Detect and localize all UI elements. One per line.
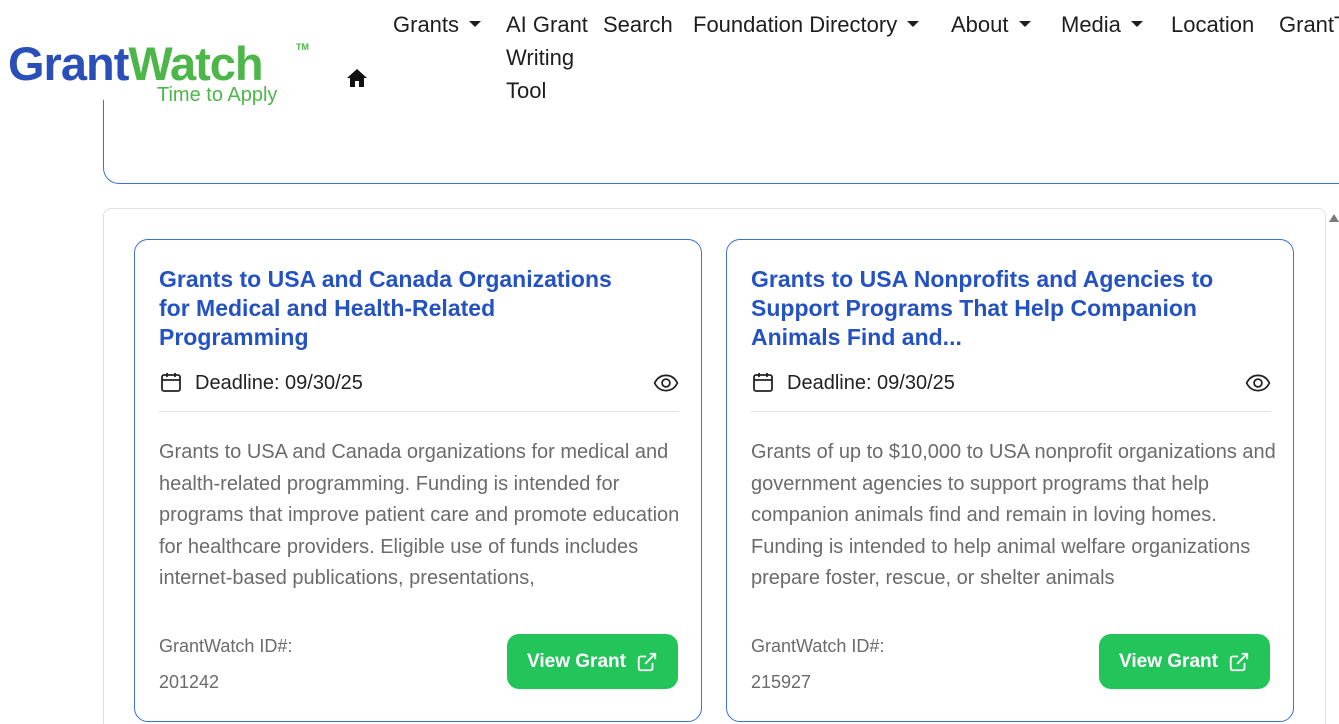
nav-foundation-directory[interactable]: Foundation Directory [693,8,920,41]
nav-grantt[interactable]: GrantT [1279,8,1339,41]
chevron-down-icon [1130,21,1143,28]
nav-about[interactable]: About [951,8,1031,41]
nav-location[interactable]: Location [1171,8,1254,41]
logo-trademark: TM [296,42,309,52]
home-icon[interactable] [345,66,369,90]
logo-wordmark: GrantWatch [8,37,264,90]
nav-media[interactable]: Media [1061,8,1143,41]
grant-id-label: GrantWatch ID#: [751,636,885,656]
eye-icon[interactable] [653,370,679,396]
deadline-text: Deadline: 09/30/25 [787,372,955,394]
external-link-icon [637,652,657,671]
view-grant-label: View Grant [527,650,626,672]
eye-icon[interactable] [1245,370,1271,396]
view-grant-button[interactable]: View Grant [1099,634,1270,689]
grant-title-link[interactable]: Grants to USA Nonprofits and Agencies to… [751,265,1221,352]
scroll-up-icon[interactable] [1329,214,1339,222]
chevron-down-icon [1018,21,1031,28]
nav-search[interactable]: Search [603,8,673,41]
divider [159,411,679,412]
nav-ai-grant-writing-tool[interactable]: AI Grant Writing Tool [506,8,596,107]
divider [751,411,1271,412]
deadline-text: Deadline: 09/30/25 [195,372,363,394]
calendar-icon [161,373,181,392]
grant-card: Grants to USA Nonprofits and Agencies to… [726,239,1294,722]
grant-id-label: GrantWatch ID#: [159,636,293,656]
grant-description: Grants to USA and Canada organizations f… [159,441,680,589]
deadline-row: Deadline: 09/30/25 [751,368,1271,400]
external-link-icon [1229,652,1249,671]
grant-id-value: 215927 [751,672,812,692]
view-grant-label: View Grant [1119,650,1218,672]
chevron-down-icon [469,21,482,28]
grant-description: Grants of up to $10,000 to USA nonprofit… [751,441,1276,589]
view-grant-button[interactable]: View Grant [507,634,678,689]
nav-grants[interactable]: Grants [393,8,482,41]
grant-id-value: 201242 [159,672,220,692]
search-filter-panel [103,100,1339,184]
grant-card: Grants to USA and Canada Organizations f… [134,239,702,722]
deadline-row: Deadline: 09/30/25 [159,368,679,400]
chevron-down-icon [907,21,920,28]
calendar-icon [753,373,773,392]
grant-title-link[interactable]: Grants to USA and Canada Organizations f… [159,265,629,352]
